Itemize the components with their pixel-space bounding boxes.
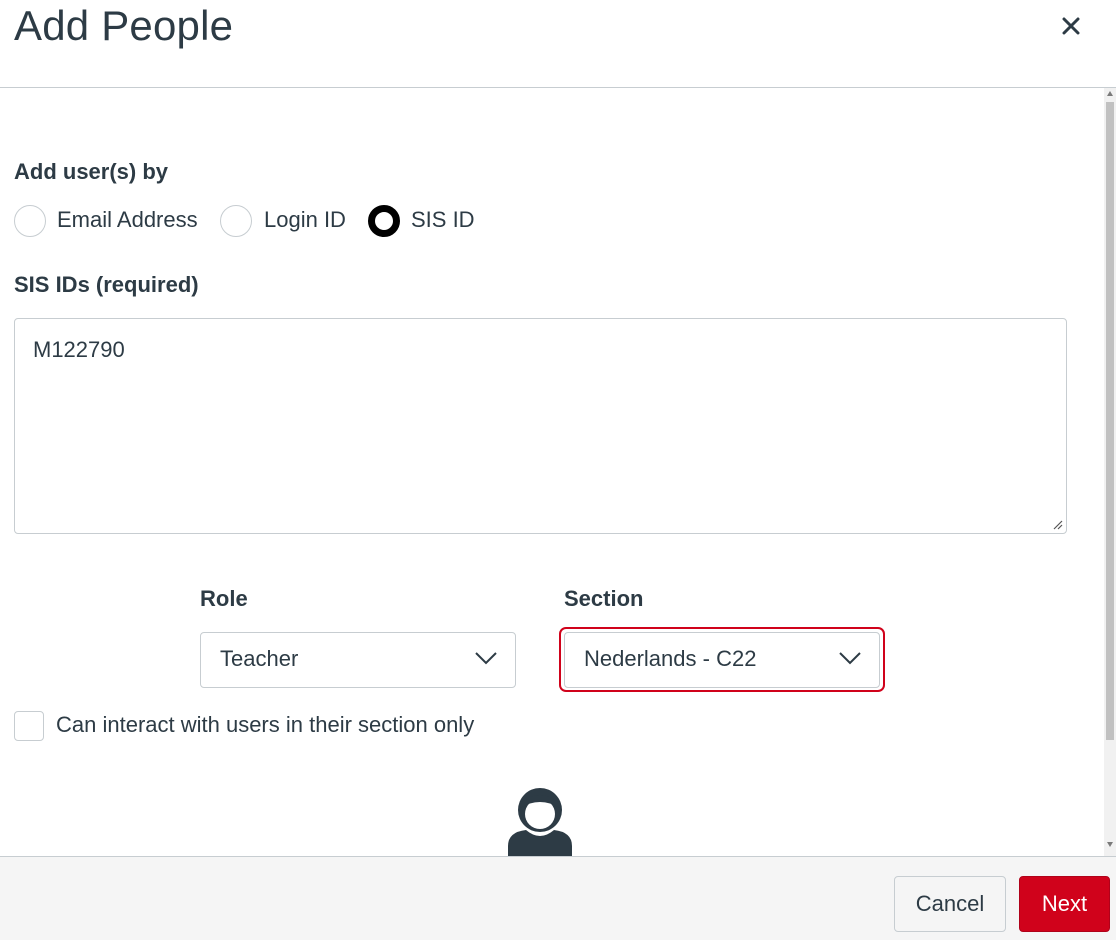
- user-avatar-icon: [508, 788, 572, 856]
- next-button[interactable]: Next: [1019, 876, 1110, 932]
- scrollbar[interactable]: [1104, 88, 1116, 856]
- section-select-value: Nederlands - C22: [584, 646, 757, 671]
- section-limit-checkbox[interactable]: [14, 711, 44, 741]
- radio-login-id-label[interactable]: Login ID: [264, 207, 346, 233]
- add-by-label: Add user(s) by: [14, 159, 169, 184]
- scroll-up-arrow-icon[interactable]: [1107, 91, 1113, 96]
- resize-handle-icon[interactable]: [1053, 520, 1063, 530]
- modal-title: Add People: [14, 2, 234, 49]
- chevron-down-icon: [839, 652, 861, 665]
- role-label: Role: [200, 586, 248, 611]
- scroll-down-arrow-icon[interactable]: [1107, 842, 1113, 847]
- role-select[interactable]: Teacher: [200, 632, 516, 688]
- sis-ids-value: M122790: [33, 337, 125, 362]
- radio-login-id[interactable]: [220, 205, 252, 237]
- radio-email-address-label[interactable]: Email Address: [57, 207, 198, 233]
- section-select[interactable]: Nederlands - C22: [564, 632, 880, 688]
- add-people-modal: Add People Add user(s) by Email Address …: [0, 0, 1116, 940]
- section-limit-checkbox-label[interactable]: Can interact with users in their section…: [56, 712, 474, 738]
- chevron-down-icon: [475, 652, 497, 665]
- close-icon: [1062, 17, 1080, 35]
- role-select-value: Teacher: [220, 646, 299, 671]
- close-button[interactable]: [1055, 10, 1087, 42]
- sis-ids-textarea[interactable]: M122790: [14, 318, 1067, 534]
- modal-footer: Cancel Next: [0, 856, 1116, 940]
- radio-sis-id[interactable]: [368, 205, 400, 237]
- scrollbar-thumb[interactable]: [1106, 102, 1114, 740]
- section-label: Section: [564, 586, 644, 611]
- sis-ids-label: SIS IDs (required): [14, 272, 199, 297]
- modal-header: Add People: [0, 0, 1116, 88]
- radio-sis-id-label[interactable]: SIS ID: [411, 207, 475, 233]
- cancel-button[interactable]: Cancel: [894, 876, 1006, 932]
- modal-body: Add user(s) by Email Address Login ID SI…: [0, 88, 1116, 856]
- radio-email-address[interactable]: [14, 205, 46, 237]
